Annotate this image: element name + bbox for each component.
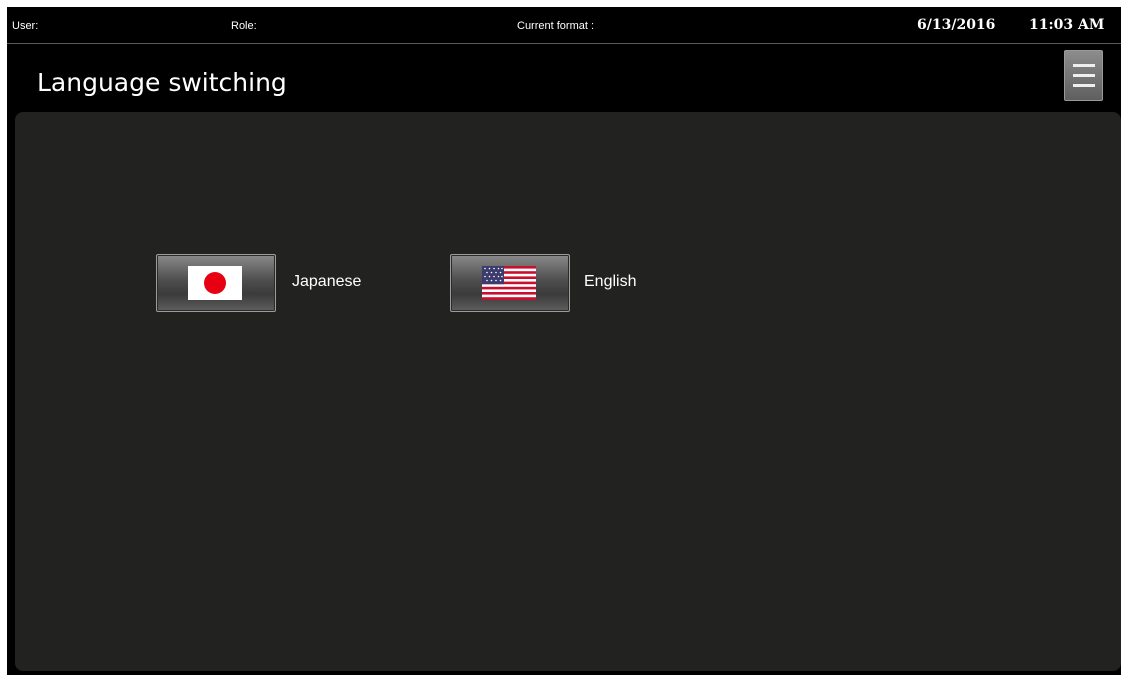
english-label: English: [584, 273, 637, 290]
japanese-label: Japanese: [292, 273, 362, 290]
english-language-button[interactable]: [450, 254, 570, 312]
role-label: Role:: [231, 20, 257, 32]
japan-flag-icon: [188, 266, 242, 300]
menu-button[interactable]: [1064, 50, 1103, 101]
user-label: User:: [12, 20, 39, 32]
us-flag-icon: [482, 266, 536, 300]
page-title: Language switching: [37, 68, 287, 97]
time-display: 11:03 AM: [1029, 17, 1105, 33]
status-bar: User: Role: Current format : 6/13/2016 1…: [7, 7, 1121, 44]
japanese-language-button[interactable]: [156, 254, 276, 312]
date-display: 6/13/2016: [917, 17, 996, 33]
hmi-screen: User: Role: Current format : 6/13/2016 1…: [7, 7, 1121, 675]
current-format-label: Current format :: [517, 20, 595, 32]
content-panel: Japanese English: [15, 112, 1121, 671]
